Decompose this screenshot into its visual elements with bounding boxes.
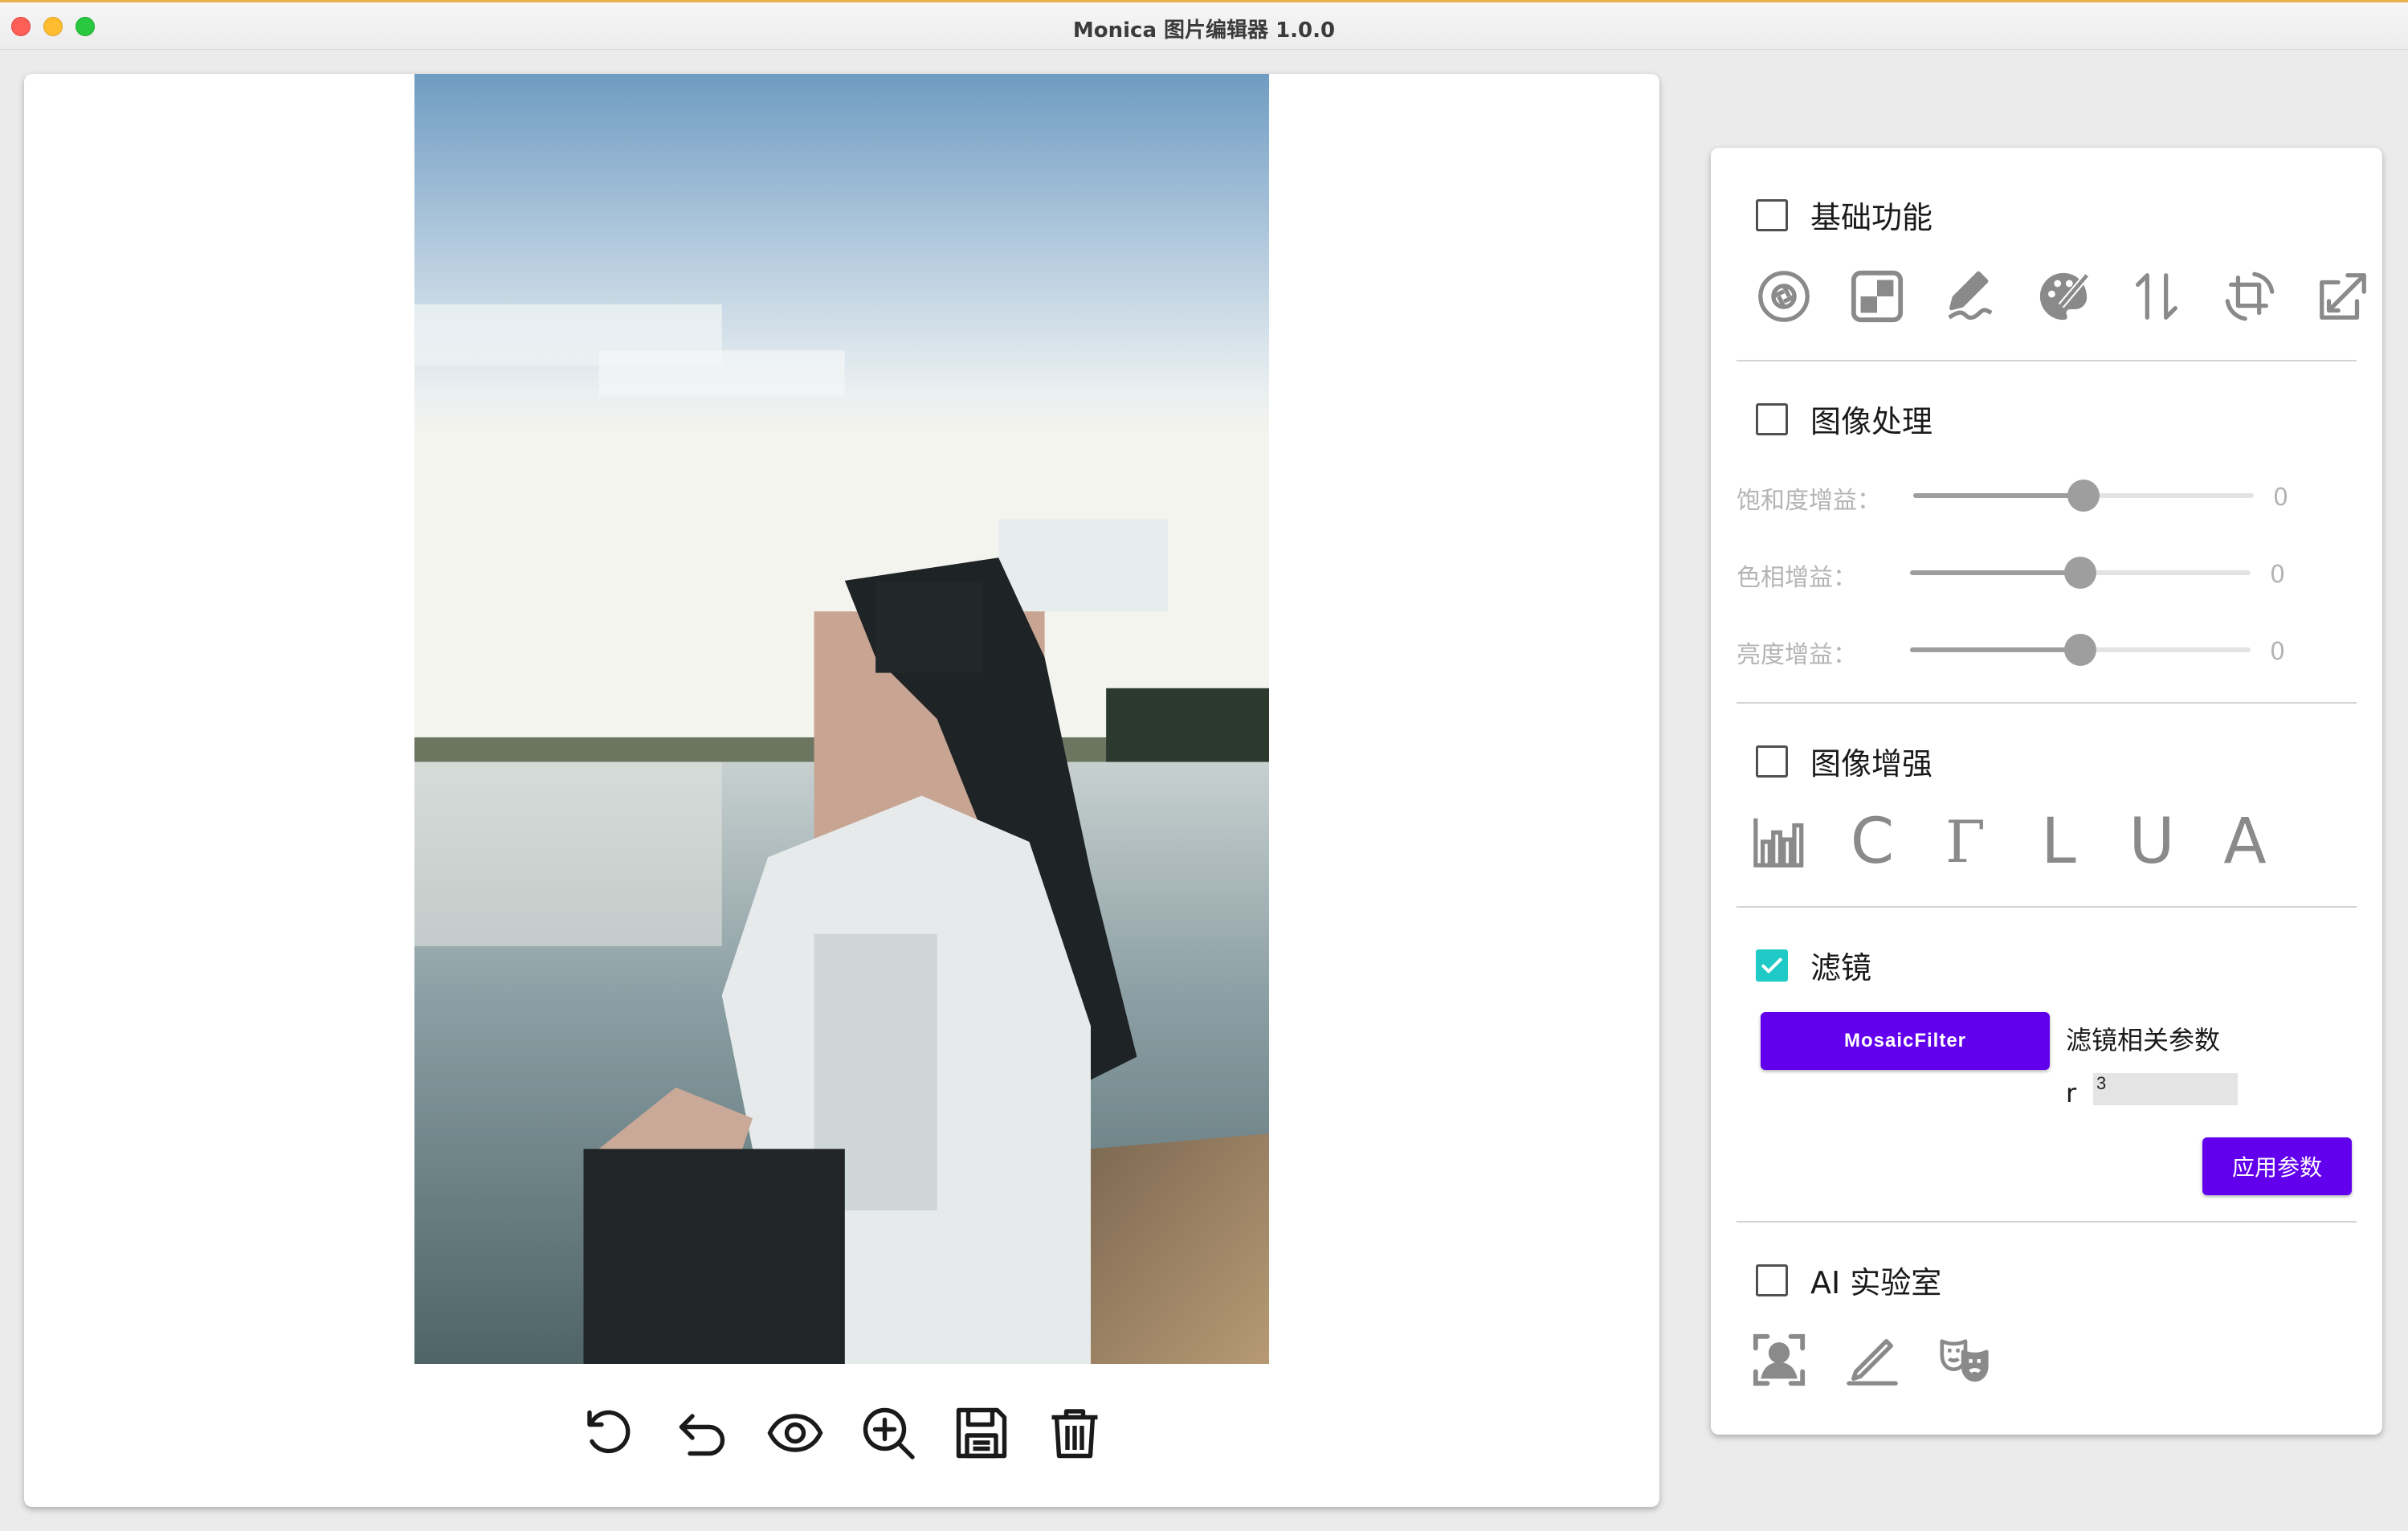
- apply-params-button[interactable]: 应用参数: [2202, 1137, 2352, 1195]
- section-processing-title: 图像处理: [1810, 404, 1933, 439]
- enhance-gamma-button[interactable]: Γ: [1937, 808, 1994, 876]
- brightness-label: 亮度增益：: [1737, 641, 1857, 669]
- saturation-slider-row: 饱和度增益： 0: [1737, 476, 2363, 516]
- delete-button[interactable]: [1044, 1401, 1105, 1465]
- processing-checkbox[interactable]: [1756, 402, 1788, 435]
- flip-button[interactable]: [2128, 268, 2185, 325]
- divider: [1737, 1221, 2357, 1223]
- divider: [1737, 360, 2357, 361]
- ai-tools-row: [1751, 1332, 1994, 1388]
- save-button[interactable]: [951, 1401, 1012, 1465]
- section-basic-header: 基础功能: [1756, 193, 1933, 237]
- section-filter-title: 滤镜: [1810, 950, 1872, 986]
- param-r-input[interactable]: [2093, 1073, 2238, 1105]
- basic-checkbox[interactable]: [1756, 198, 1788, 231]
- brightness-slider-row: 亮度增益： 0: [1737, 630, 2363, 670]
- crop-rotate-button[interactable]: [2222, 268, 2278, 325]
- draw-icon: [1948, 271, 1993, 320]
- param-r-label: r: [2066, 1078, 2077, 1108]
- preview-eye-icon: [767, 1414, 823, 1452]
- image-canvas: [24, 74, 1659, 1507]
- color-palette-button[interactable]: [2035, 268, 2092, 325]
- histogram-equalize-button[interactable]: [1751, 810, 1807, 874]
- theater-masks-icon: [1940, 1339, 1989, 1382]
- image-toolbar: [24, 1401, 1659, 1473]
- section-enhance-title: 图像增强: [1810, 746, 1933, 782]
- histogram-icon: [1753, 818, 1804, 868]
- saturation-slider[interactable]: [1913, 480, 2254, 512]
- saturation-value: 0: [2273, 484, 2289, 512]
- undo-icon: [679, 1414, 725, 1456]
- mosaic-icon: [1851, 270, 1904, 323]
- hue-slider-fill: [1910, 570, 2080, 575]
- section-basic-title: 基础功能: [1810, 200, 1933, 235]
- filter-checkbox[interactable]: [1756, 949, 1788, 982]
- aperture-icon: [1758, 271, 1810, 322]
- saturation-slider-thumb[interactable]: [2067, 480, 2100, 512]
- mosaic-photo-image: [414, 74, 1269, 1364]
- section-ai-header: AI 实验室: [1756, 1258, 1941, 1302]
- title-bar: Monica 图片编辑器 1.0.0: [0, 0, 2408, 50]
- sketch-pen-icon: [1847, 1339, 1898, 1386]
- hue-slider-row: 色相增益： 0: [1737, 553, 2363, 593]
- resize-button[interactable]: [2315, 268, 2371, 325]
- enhance-checkbox[interactable]: [1756, 745, 1788, 778]
- delete-icon: [1051, 1409, 1098, 1459]
- section-processing-header: 图像处理: [1756, 397, 1933, 441]
- undo-button[interactable]: [671, 1401, 733, 1465]
- color-palette-icon: [2039, 272, 2090, 320]
- section-filter-header: 滤镜: [1756, 943, 1871, 987]
- filter-select-button[interactable]: MosaicFilter: [1761, 1012, 2050, 1070]
- saturation-label: 饱和度增益：: [1737, 487, 1881, 515]
- flip-icon: [2136, 273, 2177, 320]
- enhance-l-button[interactable]: L: [2030, 806, 2087, 878]
- face-detect-button[interactable]: [1751, 1332, 1807, 1388]
- rotate-button[interactable]: [578, 1401, 639, 1465]
- basic-tools-row: [1756, 268, 2371, 325]
- section-enhance-header: 图像增强: [1756, 739, 1933, 783]
- settings-panel: 基础功能 图像处理 饱和度增益： 0 色相增益： 0 亮度增益： 0 图像增强 …: [1711, 148, 2382, 1435]
- brightness-slider-fill: [1910, 647, 2080, 652]
- divider: [1737, 702, 2357, 704]
- cartoon-button[interactable]: [1937, 1332, 1994, 1388]
- resize-icon: [2320, 273, 2366, 320]
- face-detect-icon: [1753, 1333, 1806, 1386]
- preview-button[interactable]: [765, 1401, 826, 1465]
- checkmark-icon: [1761, 957, 1782, 973]
- hue-value: 0: [2270, 561, 2286, 589]
- crop-rotate-icon: [2225, 271, 2275, 321]
- ai-checkbox[interactable]: [1756, 1264, 1788, 1296]
- sketch-button[interactable]: [1844, 1332, 1900, 1388]
- draw-button[interactable]: [1942, 268, 1998, 325]
- brightness-value: 0: [2270, 638, 2286, 666]
- brightness-slider[interactable]: [1910, 634, 2251, 666]
- mosaic-button[interactable]: [1849, 268, 1905, 325]
- section-ai-title: AI 实验室: [1810, 1265, 1942, 1300]
- enhance-u-button[interactable]: U: [2124, 806, 2180, 878]
- edited-photo: [414, 74, 1269, 1364]
- zoom-in-button[interactable]: [858, 1401, 919, 1465]
- save-icon: [956, 1407, 1007, 1459]
- hue-label: 色相增益：: [1737, 564, 1857, 592]
- divider: [1737, 906, 2357, 908]
- zoom-in-icon: [863, 1407, 915, 1460]
- window-title: Monica 图片编辑器 1.0.0: [1072, 18, 1336, 43]
- filter-params-label: 滤镜相关参数: [2066, 1025, 2221, 1055]
- hue-slider-thumb[interactable]: [2064, 557, 2096, 589]
- saturation-slider-fill: [1913, 493, 2084, 498]
- hue-slider[interactable]: [1910, 557, 2251, 589]
- rotate-icon: [587, 1410, 631, 1454]
- brightness-slider-thumb[interactable]: [2064, 634, 2096, 666]
- enhance-a-button[interactable]: A: [2217, 806, 2273, 878]
- enhance-tools-row: C Γ L U A: [1751, 806, 2273, 878]
- enhance-c-button[interactable]: C: [1844, 806, 1900, 878]
- aperture-button[interactable]: [1756, 268, 1812, 325]
